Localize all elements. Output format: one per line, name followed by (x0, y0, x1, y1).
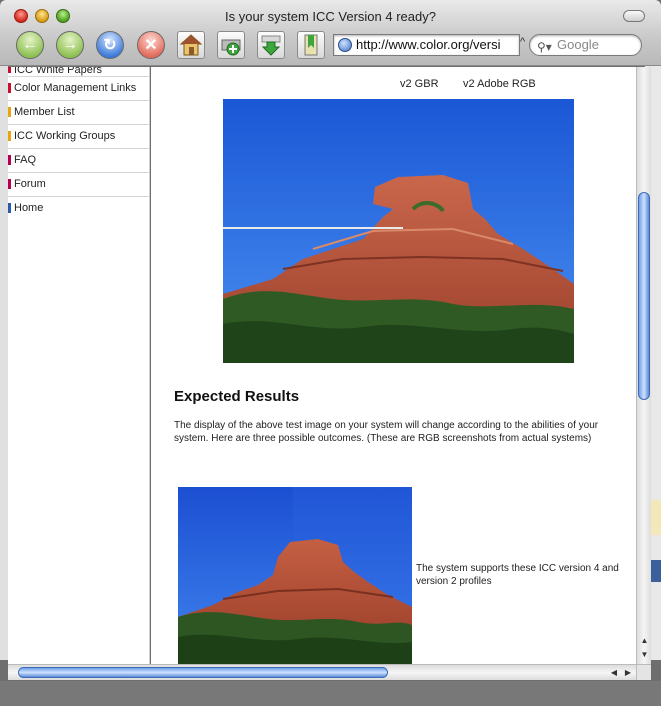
vertical-scroll-thumb[interactable] (638, 192, 650, 400)
downloads-icon (261, 35, 281, 56)
vertical-scrollbar[interactable]: ▲ ▼ (636, 67, 651, 664)
home-icon (179, 34, 203, 56)
title-bar: Is your system ICC Version 4 ready? ← → … (0, 0, 661, 66)
toolbar-toggle-button[interactable] (623, 10, 645, 22)
bookmarks-icon (304, 34, 318, 56)
sidebar-item-forum[interactable]: Forum (8, 173, 149, 197)
sidebar-item-label: FAQ (14, 154, 37, 166)
sidebar-item-home[interactable]: Home (8, 197, 149, 221)
description-paragraph: The display of the above test image on y… (174, 420, 599, 444)
image-caption-right: v2 Adobe RGB (463, 78, 536, 90)
bullet-marker (8, 131, 11, 141)
desktop-strip (0, 681, 661, 706)
add-bookmark-button[interactable] (217, 31, 245, 59)
sidebar-item-member-list[interactable]: Member List (8, 101, 149, 125)
home-button[interactable] (177, 31, 205, 59)
reload-button[interactable]: ↻ (96, 31, 124, 59)
sidebar-nav: ICC White Papers Color Management Links … (8, 67, 150, 664)
search-icon: ⚲▾ (537, 40, 552, 54)
outcome-screenshot (178, 487, 412, 664)
search-input[interactable]: ⚲▾ Google (529, 34, 642, 56)
scroll-right-arrow-icon[interactable]: ▶ (622, 667, 634, 679)
url-text: http://www.color.org/versi (356, 37, 501, 52)
stop-button[interactable]: ✕ (137, 31, 165, 59)
horizontal-scrollbar[interactable]: ◀ ▶ (8, 664, 636, 680)
url-history-caret-icon[interactable]: ^ (520, 36, 525, 48)
reload-icon: ↻ (103, 37, 117, 54)
address-bar[interactable]: http://www.color.org/versi (333, 34, 520, 56)
back-button[interactable]: ← (16, 31, 44, 59)
bullet-marker (8, 155, 11, 165)
window-title: Is your system ICC Version 4 ready? (225, 9, 436, 24)
downloads-button[interactable] (257, 31, 285, 59)
globe-icon (338, 38, 352, 52)
resize-grip-icon[interactable] (636, 664, 651, 680)
add-bookmark-icon (221, 39, 241, 56)
bullet-marker (8, 107, 11, 117)
sidebar-item-label: ICC White Papers (14, 67, 103, 76)
horizontal-scroll-thumb[interactable] (18, 667, 388, 678)
sidebar-item-color-management-links[interactable]: Color Management Links (8, 77, 149, 101)
forward-arrow-icon: → (62, 36, 78, 53)
bullet-marker (8, 179, 11, 189)
bullet-marker (8, 203, 11, 213)
sidebar-item-label: Forum (14, 178, 46, 190)
scroll-down-arrow-icon[interactable]: ▼ (639, 649, 650, 661)
bullet-marker (8, 83, 11, 93)
page-content: v2 GBR v2 Adobe RGB Expected Results The… (151, 67, 636, 664)
image-caption-left: v2 GBR (400, 78, 439, 90)
search-placeholder: Google (557, 37, 599, 52)
sidebar-item-label: Home (14, 202, 44, 214)
sidebar-item-white-papers[interactable]: ICC White Papers (8, 67, 149, 77)
scroll-left-arrow-icon[interactable]: ◀ (608, 667, 620, 679)
sidebar-item-label: Member List (14, 106, 75, 118)
bullet-marker (8, 67, 11, 73)
sidebar-item-label: Color Management Links (14, 82, 137, 94)
back-arrow-icon: ← (22, 36, 38, 53)
browser-window: Is your system ICC Version 4 ready? ← → … (0, 0, 661, 706)
forward-button[interactable]: → (56, 31, 84, 59)
sidebar-item-working-groups[interactable]: ICC Working Groups (8, 125, 149, 149)
sidebar-item-label: ICC Working Groups (14, 130, 116, 142)
sidebar-item-faq[interactable]: FAQ (8, 149, 149, 173)
section-heading: Expected Results (174, 388, 300, 405)
test-image (223, 99, 574, 363)
bookmarks-button[interactable] (297, 31, 325, 59)
outcome-description: The system supports these ICC version 4 … (416, 563, 619, 587)
stop-icon: ✕ (144, 37, 158, 54)
scroll-up-arrow-icon[interactable]: ▲ (639, 635, 650, 647)
